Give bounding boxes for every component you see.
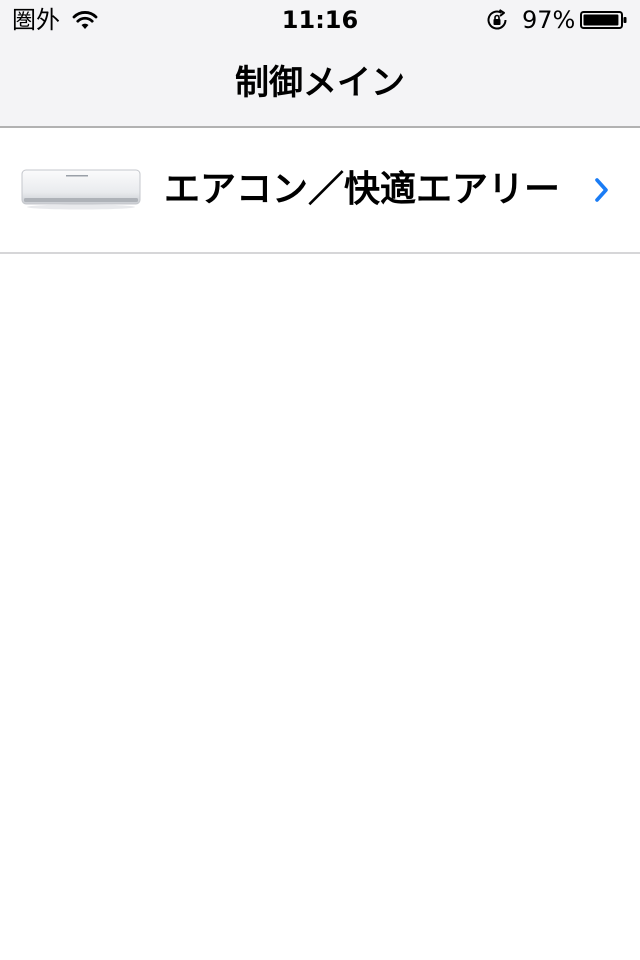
rotation-lock-icon — [487, 9, 507, 30]
list-item-label: エアコン／快適エアリー — [164, 169, 561, 210]
status-bar: 圏外 11:16 97% — [0, 0, 640, 40]
air-conditioner-image — [21, 169, 141, 210]
chevron-right-icon[interactable] — [592, 176, 612, 204]
list-item-air-conditioner[interactable]: エアコン／快適エアリー — [0, 128, 640, 254]
battery-percent: 97% — [522, 6, 576, 34]
control-list: エアコン／快適エアリー — [0, 128, 640, 254]
page-title: 制御メイン — [235, 63, 405, 103]
app-screen: 圏外 11:16 97% 制御メイン エアコン／快適エアリー — [0, 0, 640, 960]
battery-icon — [580, 11, 627, 29]
navigation-bar: 制御メイン — [0, 40, 640, 128]
